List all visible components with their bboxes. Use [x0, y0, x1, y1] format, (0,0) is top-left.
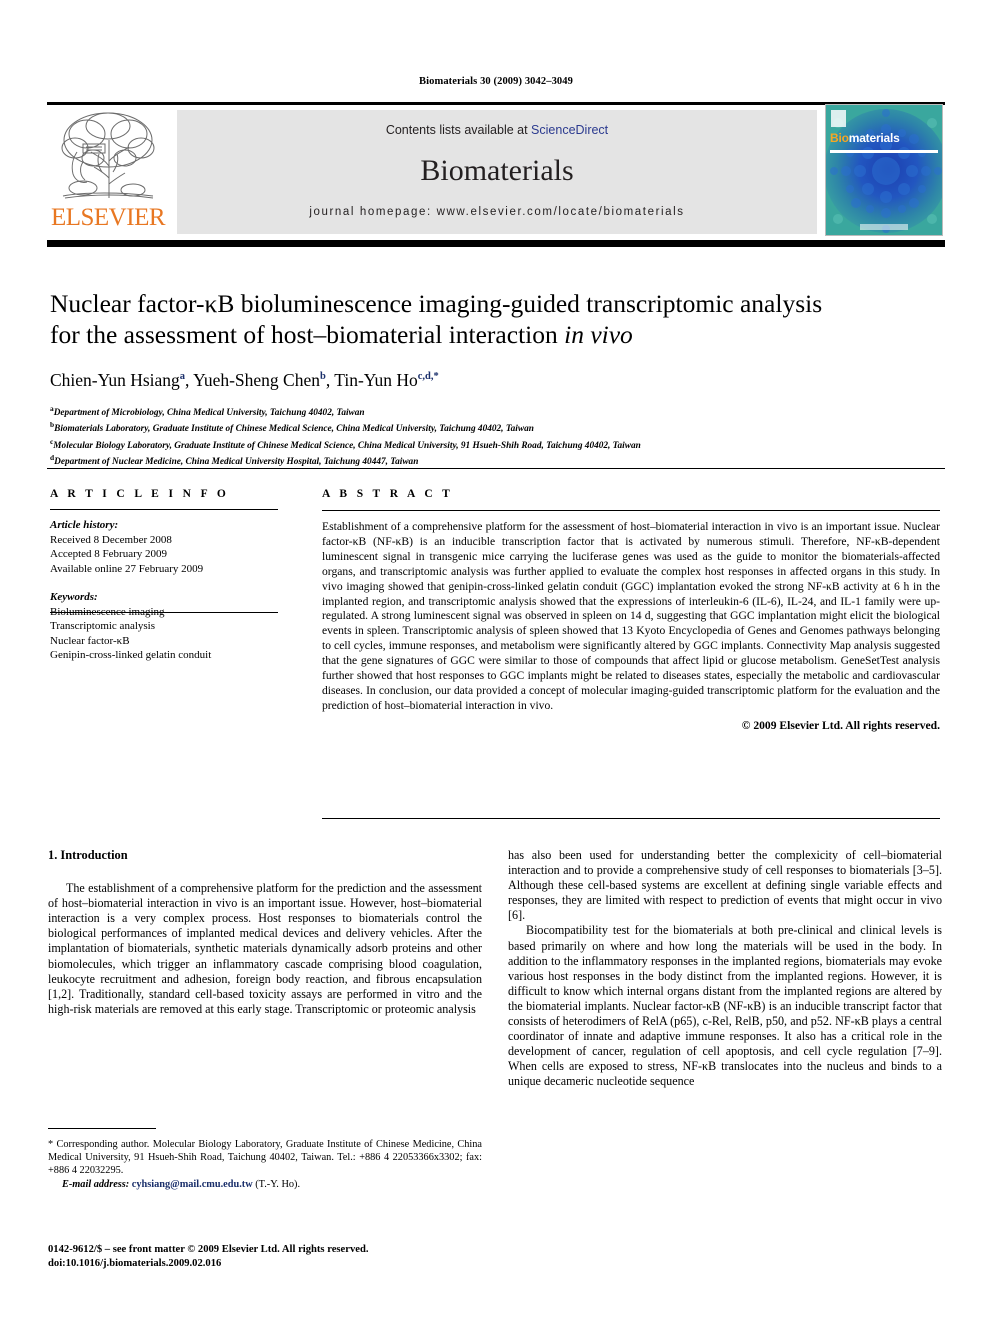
keyword-item: Genipin-cross-linked gelatin conduit — [50, 649, 212, 661]
intro-paragraph-left: The establishment of a comprehensive pla… — [48, 881, 482, 1016]
cover-footer-mark — [860, 224, 908, 230]
page-title: Nuclear factor-κB bioluminescence imagin… — [50, 288, 940, 350]
abstract-heading: A B S T R A C T — [322, 488, 454, 500]
abstract-bottom-rule — [322, 818, 940, 819]
journal-masthead: ELSEVIER Contents lists available at Sci… — [47, 104, 945, 236]
abstract-text: Establishment of a comprehensive platfor… — [322, 520, 940, 712]
elsevier-wordmark: ELSEVIER — [50, 204, 166, 231]
body-column-right: has also been used for understanding bet… — [508, 848, 942, 1090]
affiliation-text: Biomaterials Laboratory, Graduate Instit… — [54, 424, 534, 435]
journal-title: Biomaterials — [420, 154, 574, 187]
footnote-text: * Corresponding author. Molecular Biolog… — [48, 1138, 482, 1191]
journal-cover-thumbnail: Biomaterials — [825, 104, 943, 236]
email-address-suffix: (T.-Y. Ho). — [255, 1178, 301, 1190]
corresponding-author-footnote: * Corresponding author. Molecular Biolog… — [48, 1128, 482, 1191]
author-affiliation-mark: c,d,* — [417, 371, 439, 382]
cover-elsevier-mark-icon — [831, 110, 846, 127]
article-title-line2: for the assessment of host–biomaterial i… — [50, 320, 565, 349]
article-history-label: Article history: — [50, 519, 119, 531]
affiliation-text: Department of Nuclear Medicine, China Me… — [54, 457, 419, 468]
article-info-spacer — [50, 576, 278, 590]
doi-line: doi:10.1016/j.biomaterials.2009.02.016 — [48, 1257, 222, 1269]
article-title-invivo: in vivo — [564, 320, 633, 349]
article-info-keywords-rule — [50, 612, 278, 613]
masthead-bottom-rule — [47, 240, 945, 247]
keyword-item: Nuclear factor-κB — [50, 634, 130, 647]
article-history-accepted: Accepted 8 February 2009 — [50, 548, 167, 560]
author-name: Chien-Yun Hsiang — [50, 369, 180, 390]
article-history-online: Available online 27 February 2009 — [50, 562, 204, 575]
email-address-link[interactable]: cyhsiang@mail.cmu.edu.tw — [132, 1179, 253, 1190]
keyword-item: Transcriptomic analysis — [50, 620, 155, 632]
abstract-copyright: © 2009 Elsevier Ltd. All rights reserved… — [741, 718, 940, 732]
email-address-label: E-mail address: — [62, 1178, 130, 1190]
affiliation-text: Molecular Biology Laboratory, Graduate I… — [53, 440, 641, 451]
cover-title-materials: materials — [848, 131, 900, 145]
imprint-block: 0142-9612/$ – see front matter © 2009 El… — [48, 1243, 518, 1270]
author-name: Tin-Yun Ho — [334, 369, 418, 390]
affiliation-text: Department of Microbiology, China Medica… — [53, 407, 365, 418]
article-title-line1: Nuclear factor-κB bioluminescence imagin… — [50, 289, 823, 318]
affiliation-list: aDepartment of Microbiology, China Medic… — [50, 403, 940, 469]
running-head: Biomaterials 30 (2009) 3042–3049 — [419, 76, 573, 87]
author-list: Chien-Yun Hsianga, Yueh-Sheng Chenb, Tin… — [50, 366, 940, 391]
author-name: Yueh-Sheng Chen — [193, 369, 320, 390]
author-separator: , — [185, 369, 194, 390]
footnote-rule — [48, 1128, 156, 1129]
corresponding-author-text: * Corresponding author. Molecular Biolog… — [48, 1139, 482, 1177]
title-separator-rule — [47, 468, 945, 469]
title-block: Nuclear factor-κB bioluminescence imagin… — [50, 288, 940, 468]
body-column-left: 1. Introduction The establishment of a c… — [48, 848, 482, 1017]
affiliation-item: aDepartment of Microbiology, China Medic… — [50, 403, 940, 419]
sciencedirect-link[interactable]: ScienceDirect — [531, 123, 608, 137]
cover-divider — [830, 150, 938, 153]
intro-paragraph-right-continued: has also been used for understanding bet… — [508, 848, 942, 923]
article-history-received: Received 8 December 2008 — [50, 533, 172, 546]
cover-title: Biomaterials — [830, 131, 900, 145]
intro-paragraph-right-2: Biocompatibility test for the biomateria… — [508, 923, 942, 1089]
article-info-panel: A R T I C L E I N F O Article history: R… — [50, 488, 278, 663]
contents-available-line: Contents lists available at ScienceDirec… — [177, 123, 817, 137]
journal-article-page: Biomaterials 30 (2009) 3042–3049 ELSEVIE… — [0, 0, 992, 1323]
issn-copyright-line: 0142-9612/$ – see front matter © 2009 El… — [48, 1244, 369, 1255]
section-heading-introduction: 1. Introduction — [48, 848, 128, 862]
elsevier-logo: ELSEVIER — [47, 106, 169, 236]
abstract-panel: A B S T R A C T Establishment of a compr… — [322, 488, 940, 732]
affiliation-item: cMolecular Biology Laboratory, Graduate … — [50, 436, 940, 452]
article-info-heading: A R T I C L E I N F O — [50, 488, 230, 500]
keywords-label: Keywords: — [50, 591, 98, 603]
affiliation-item: dDepartment of Nuclear Medicine, China M… — [50, 452, 940, 468]
journal-homepage-link[interactable]: journal homepage: www.elsevier.com/locat… — [177, 206, 817, 218]
article-info-heading-rule — [50, 509, 278, 510]
masthead-banner: Contents lists available at ScienceDirec… — [177, 110, 817, 234]
affiliation-item: bBiomaterials Laboratory, Graduate Insti… — [50, 419, 940, 435]
contents-prefix: Contents lists available at — [385, 123, 532, 137]
abstract-heading-rule — [322, 510, 940, 511]
elsevier-tree-icon — [53, 106, 163, 204]
cover-title-bio: Bio — [830, 131, 849, 145]
